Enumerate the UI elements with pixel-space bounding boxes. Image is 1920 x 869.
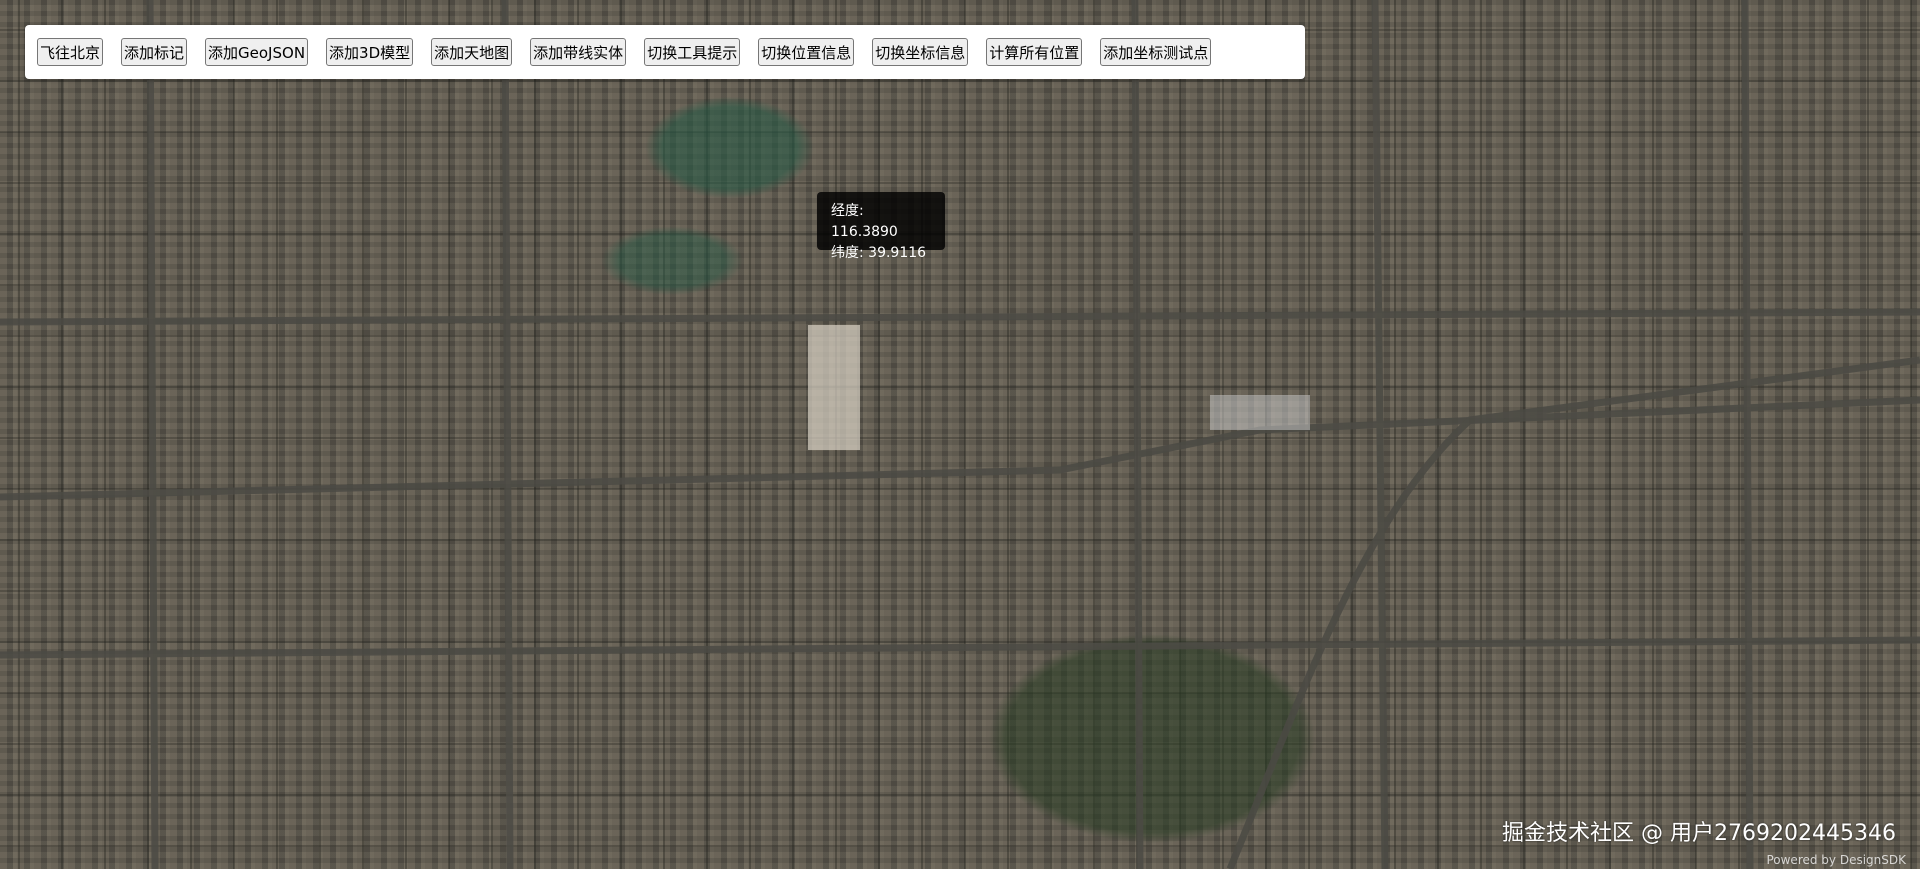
add-coordinate-test-point-button[interactable]: 添加坐标测试点 [1100,38,1212,66]
coordinate-tooltip: 经度: 116.3890 纬度: 39.9116 [817,192,945,261]
toggle-location-info-button[interactable]: 切换位置信息 [758,38,855,66]
add-marker-button[interactable]: 添加标记 [121,38,188,66]
road-network [0,0,1920,869]
map-credit: Powered by DesignSDK [1766,853,1906,867]
compute-all-positions-button[interactable]: 计算所有位置 [986,38,1083,66]
toolbar: 飞往北京 添加标记 添加GeoJSON 添加3D模型 添加天地图 添加带线实体 … [25,25,1305,79]
toggle-coordinate-info-button[interactable]: 切换坐标信息 [872,38,969,66]
add-geojson-button[interactable]: 添加GeoJSON [205,38,309,66]
watermark: 掘金技术社区 @ 用户2769202445346 [1502,821,1896,846]
longitude-label: 经度: 116.3890 [831,203,898,240]
add-tianditu-button[interactable]: 添加天地图 [431,38,513,66]
satellite-map[interactable] [0,0,1920,869]
fly-to-beijing-button[interactable]: 飞往北京 [37,38,104,66]
add-3d-model-button[interactable]: 添加3D模型 [326,38,414,66]
toggle-tooltip-button[interactable]: 切换工具提示 [644,38,741,66]
latitude-label: 纬度: 39.9116 [831,245,927,261]
add-line-entity-button[interactable]: 添加带线实体 [530,38,627,66]
